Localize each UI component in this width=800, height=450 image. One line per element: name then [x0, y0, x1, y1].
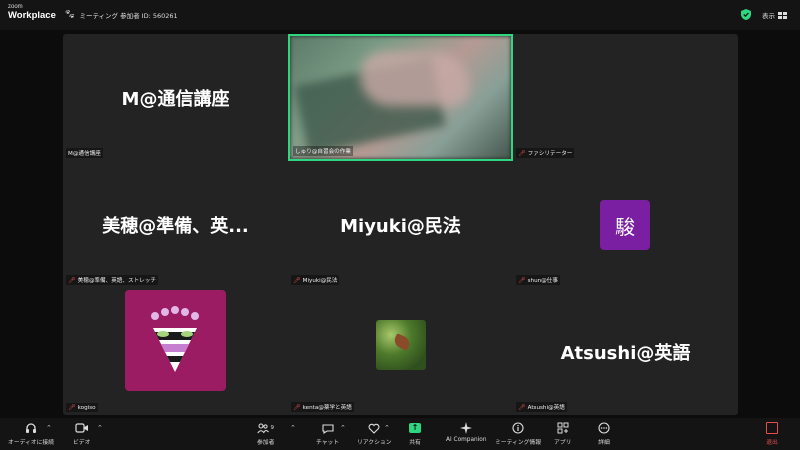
mic-muted-icon: 🎤︎	[293, 276, 301, 284]
participant-tile[interactable]: 美穂@準備、英... 🎤︎ 美穂@準備、英語、ストレッチ	[63, 161, 288, 288]
participant-label: しゅり@自習会の作業	[293, 146, 353, 156]
participant-label-text: kenta@薬学と英語	[302, 405, 352, 411]
participant-name-large: M@通信講座	[121, 88, 230, 110]
reactions-label: リアクション	[357, 440, 392, 446]
participant-label: 🎤︎ Miyuki@民法	[291, 275, 340, 285]
leaf-icon	[392, 333, 412, 351]
paw-icon: 🐾︎	[64, 10, 76, 20]
participant-label-text: M@通信講座	[68, 151, 101, 157]
top-bar: zoom Workplace 🐾︎ ミーティング 参加者 ID: 560261 …	[0, 0, 800, 30]
meeting-info[interactable]: 🐾︎ ミーティング 参加者 ID: 560261	[64, 10, 178, 20]
participant-name-large: Atsushi@英語	[560, 342, 691, 364]
participant-label: M@通信講座	[66, 148, 103, 158]
mic-muted-icon: 🎤︎	[518, 276, 526, 284]
info-icon	[512, 421, 524, 435]
more-dots-icon	[598, 421, 610, 435]
participant-label-text: しゅり@自習会の作業	[295, 149, 351, 155]
participant-tile[interactable]: Miyuki@民法 🎤︎ Miyuki@民法	[288, 161, 513, 288]
chevron-up-icon[interactable]: ⌃	[340, 424, 346, 432]
mic-muted-icon: 🎤︎	[68, 276, 76, 284]
share-screen-icon: ↑	[409, 423, 421, 433]
more-label: 詳細	[598, 440, 610, 446]
meeting-info-label: ミーティング情報	[495, 440, 542, 446]
participants-label: 参加者	[257, 440, 275, 446]
logo-workplace: Workplace	[8, 10, 56, 21]
apps-button[interactable]: アプリ	[554, 421, 571, 446]
headphones-icon	[25, 421, 37, 435]
participant-label: 🎤︎ Atsushi@英語	[516, 402, 567, 412]
participant-label-text: Miyuki@民法	[302, 278, 338, 284]
grid-view-icon	[778, 11, 787, 19]
participant-tile[interactable]: 🎤︎ kogiso	[63, 288, 288, 415]
participant-label-text: kogiso	[77, 404, 96, 411]
chat-button[interactable]: チャット	[316, 421, 339, 446]
participant-label: 🎤︎ 美穂@準備、英語、ストレッチ	[66, 275, 158, 285]
participant-name-large: Miyuki@民法	[340, 215, 461, 237]
participant-label-text: 美穂@準備、英語、ストレッチ	[77, 278, 156, 284]
participant-label: 🎤︎ kenta@薬学と英語	[291, 402, 354, 412]
chevron-up-icon[interactable]: ⌃	[97, 424, 103, 432]
participant-avatar	[125, 290, 226, 391]
share-label: 共有	[409, 440, 421, 446]
zoom-logo: zoom Workplace	[8, 4, 56, 21]
share-button[interactable]: ↑ 共有	[409, 421, 421, 446]
chevron-up-icon[interactable]: ⌃	[46, 424, 52, 432]
apps-label: アプリ	[554, 440, 572, 446]
chevron-up-icon[interactable]: ⌃	[290, 424, 296, 432]
participant-avatar	[376, 320, 426, 370]
leave-label: 退出	[766, 440, 778, 446]
meeting-info-button[interactable]: ミーティング情報	[495, 421, 541, 446]
participant-label: 🎤︎ shun@仕事	[516, 275, 560, 285]
mic-muted-icon: 🎤︎	[293, 403, 301, 411]
chevron-up-icon[interactable]: ⌃	[384, 424, 390, 432]
video-label: ビデオ	[73, 440, 91, 446]
apps-icon	[557, 421, 569, 435]
ai-companion-button[interactable]: AI Companion	[446, 421, 487, 443]
participant-video	[290, 36, 511, 159]
bee-icon	[151, 306, 199, 372]
audio-label: オーディオに接続	[8, 440, 54, 446]
participant-tile[interactable]: 駿 🎤︎ shun@仕事	[513, 161, 738, 288]
view-label: 表示	[762, 12, 775, 20]
mic-muted-icon: 🎤︎	[518, 149, 526, 157]
participant-label-text: shun@仕事	[527, 278, 558, 284]
participant-tile[interactable]: 🎤︎ kenta@薬学と英語	[288, 288, 513, 415]
participant-name-large: 美穂@準備、英...	[102, 215, 249, 237]
heart-icon	[368, 421, 380, 435]
participant-tile-active-speaker[interactable]: しゅり@自習会の作業	[288, 34, 513, 161]
participant-label: 🎤︎ kogiso	[66, 403, 98, 412]
participant-tile[interactable]: Atsushi@英語 🎤︎ Atsushi@英語	[513, 288, 738, 415]
video-button[interactable]: ビデオ	[73, 421, 90, 446]
participant-label: 🎤︎ ファシリテーター	[516, 148, 575, 158]
shield-icon[interactable]	[741, 9, 751, 20]
meeting-title: ミーティング 参加者 ID: 560261	[79, 12, 178, 20]
leave-icon	[766, 422, 778, 434]
participant-tile[interactable]: M@通信講座 M@通信講座	[63, 34, 288, 161]
leave-button[interactable]: 退出	[766, 421, 778, 446]
control-bar: オーディオに接続 ⌃ ビデオ ⌃ 9 参加者 ⌃ チャット ⌃ リアクション ⌃…	[0, 418, 800, 450]
participants-icon: 9	[257, 421, 274, 435]
gallery-grid: M@通信講座 M@通信講座 しゅり@自習会の作業 🎤︎ ファシリテーター 美穂@…	[63, 34, 738, 415]
chat-label: チャット	[316, 440, 340, 446]
participants-button[interactable]: 9 参加者	[257, 421, 274, 446]
more-button[interactable]: 詳細	[598, 421, 610, 446]
participant-label-text: Atsushi@英語	[527, 405, 565, 411]
participant-label-text: ファシリテーター	[527, 151, 573, 157]
mic-muted-icon: 🎤︎	[518, 403, 526, 411]
participants-count: 9	[270, 425, 274, 431]
participant-tile[interactable]: 🎤︎ ファシリテーター	[513, 34, 738, 161]
view-button[interactable]: 表示	[762, 10, 787, 20]
sparkle-icon	[460, 421, 473, 435]
mic-muted-icon: 🎤︎	[68, 404, 76, 411]
chat-icon	[322, 421, 334, 435]
participant-avatar: 駿	[600, 200, 650, 250]
ai-companion-label: AI Companion	[446, 437, 487, 443]
video-camera-icon	[75, 421, 89, 435]
